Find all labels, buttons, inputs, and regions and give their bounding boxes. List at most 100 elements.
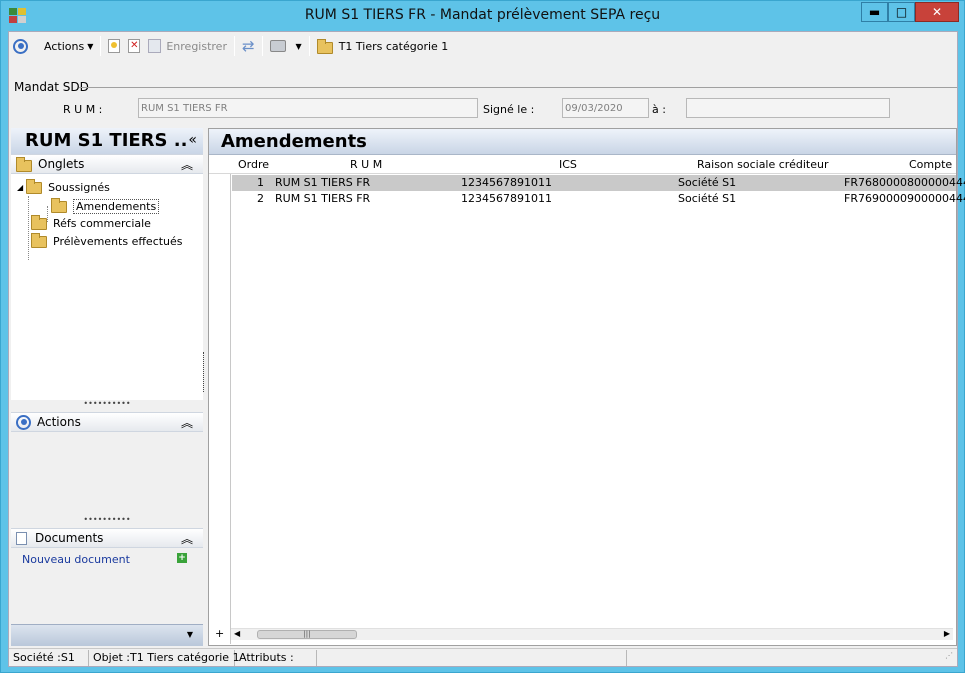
left-panel-title-text: RUM S1 TIERS ..: [25, 130, 188, 151]
column-header-ordre[interactable]: Ordre: [238, 158, 269, 171]
column-header-compte[interactable]: Compte: [909, 158, 952, 171]
resize-grip-icon[interactable]: ⋰: [945, 651, 953, 660]
new-document-icon: [108, 39, 121, 53]
rum-field[interactable]: [138, 98, 478, 118]
category-button[interactable]: T1 Tiers catégorie 1: [313, 35, 453, 57]
tabs-section-header[interactable]: Onglets ︽: [11, 154, 203, 174]
close-button[interactable]: ✕: [915, 2, 959, 22]
save-button-label: Enregistrer: [166, 39, 227, 53]
group-title: Mandat SDD: [14, 80, 89, 94]
table-row[interactable]: 1 RUM S1 TIERS FR 1234567891011 Société …: [232, 175, 965, 191]
grid-header: Ordre R U M ICS Raison sociale créditeur…: [209, 156, 956, 174]
status-attributs: Attributs :: [235, 649, 317, 666]
toolbar-separator: [233, 36, 235, 56]
amendments-grid: ▼ + Ordre R U M ICS Raison sociale crédi…: [209, 156, 965, 644]
actions-menu-label: Actions: [44, 39, 85, 53]
left-panel-title: RUM S1 TIERS .. «: [11, 128, 203, 154]
splitter-grip[interactable]: ••••••••••: [11, 516, 203, 528]
folder-icon: [31, 232, 47, 248]
rum-label: R U M :: [63, 103, 103, 116]
column-header-rum[interactable]: R U M: [350, 158, 382, 171]
collapse-up-icon[interactable]: ︽: [181, 414, 193, 431]
cell-ordre: 2: [257, 192, 264, 205]
signed-date-field[interactable]: [562, 98, 649, 118]
main-title: Amendements: [209, 129, 956, 155]
tree-node-label: Soussignés: [48, 181, 110, 194]
folder-icon: [316, 38, 333, 54]
collapse-up-icon[interactable]: ︽: [181, 156, 193, 173]
scroll-left-icon[interactable]: ◀: [234, 629, 240, 638]
horizontal-scrollbar[interactable]: ◀ ||| ▶: [231, 628, 953, 640]
refresh-icon: ⇄: [241, 37, 255, 55]
scroll-right-icon[interactable]: ▶: [944, 629, 950, 638]
scrollbar-thumb[interactable]: |||: [257, 630, 357, 639]
cell-rum: RUM S1 TIERS FR: [275, 192, 371, 205]
left-panel: RUM S1 TIERS .. « Onglets ︽ ◢ Soussignés…: [11, 128, 203, 646]
tree-node-label: Réfs commerciale: [53, 217, 151, 230]
toolbar: Actions ▼ ✕ Enregistrer ⇄ ▼ T1 Tiers cat…: [9, 32, 957, 60]
tree-node-amendements[interactable]: Amendements: [51, 197, 160, 214]
actions-section-header[interactable]: Actions ︽: [11, 412, 203, 432]
status-objet: Objet :T1 Tiers catégorie 1: [89, 649, 240, 666]
documents-section-header[interactable]: Documents ︽: [11, 528, 203, 548]
folder-icon: [16, 156, 32, 172]
add-row-icon[interactable]: +: [215, 627, 224, 640]
mandate-header: Mandat SDD R U M : Signé le : à :: [9, 78, 957, 128]
expand-triangle-icon: ◢: [17, 183, 24, 192]
vertical-splitter[interactable]: [203, 352, 206, 392]
new-button[interactable]: [104, 35, 124, 57]
delete-button[interactable]: ✕: [124, 35, 144, 57]
row-selector-column: ▼ +: [209, 156, 231, 644]
at-field[interactable]: [686, 98, 890, 118]
nav-button[interactable]: [9, 35, 32, 57]
status-bar: Société :S1 Objet :T1 Tiers catégorie 1 …: [9, 648, 957, 666]
at-label: à :: [652, 103, 666, 116]
add-icon[interactable]: +: [177, 553, 187, 563]
cell-compte: FR7690000900000444: [844, 192, 965, 205]
collapse-up-icon[interactable]: ︽: [181, 530, 193, 547]
group-divider: [79, 87, 957, 88]
tree-node-refs-commerciale[interactable]: Réfs commerciale: [31, 214, 151, 230]
open-folder-icon: [51, 197, 67, 213]
status-societe: Société :S1: [9, 649, 89, 666]
cell-ics: 1234567891011: [461, 192, 552, 205]
cell-raison-sociale: Société S1: [678, 192, 737, 205]
actions-section-label: Actions: [37, 415, 81, 429]
chevron-down-icon: ▼: [186, 630, 193, 639]
table-row[interactable]: 2 RUM S1 TIERS FR 1234567891011 Société …: [232, 191, 965, 207]
tree-line: [28, 196, 29, 260]
tree-node-soussignes[interactable]: ◢ Soussignés: [17, 178, 110, 194]
folder-icon: [31, 214, 47, 230]
actions-section-body: [11, 432, 203, 516]
chevron-down-icon: ▼: [87, 41, 94, 51]
documents-section-label: Documents: [35, 531, 104, 545]
document-icon: [16, 531, 27, 545]
target-icon: [16, 414, 31, 430]
toolbar-separator: [100, 36, 102, 56]
column-header-raison-sociale[interactable]: Raison sociale créditeur: [697, 158, 828, 171]
column-header-ics[interactable]: ICS: [559, 158, 577, 171]
folder-icon: [26, 178, 43, 194]
save-button[interactable]: Enregistrer: [144, 35, 231, 57]
maximize-button[interactable]: □: [888, 2, 915, 22]
collapse-panel-icon[interactable]: «: [188, 132, 197, 148]
save-icon: [148, 39, 162, 53]
tree-node-prelevements[interactable]: Prélèvements effectués: [31, 232, 183, 248]
refresh-button[interactable]: ⇄: [238, 35, 259, 57]
print-button[interactable]: ▼: [266, 35, 306, 57]
window-title: RUM S1 TIERS FR - Mandat prélèvement SEP…: [304, 7, 661, 23]
chevron-down-icon: ▼: [295, 41, 302, 51]
cell-rum: RUM S1 TIERS FR: [275, 176, 371, 189]
new-document-link[interactable]: Nouveau document: [22, 553, 130, 566]
splitter-grip[interactable]: ••••••••••: [11, 400, 203, 412]
category-label: T1 Tiers catégorie 1: [338, 39, 449, 53]
actions-menu[interactable]: Actions ▼: [40, 35, 97, 57]
application-window: RUM S1 TIERS FR - Mandat prélèvement SEP…: [0, 0, 965, 673]
minimize-button[interactable]: ▬: [861, 2, 888, 22]
tree-node-label: Prélèvements effectués: [53, 235, 183, 248]
panel-footer[interactable]: ▼: [11, 624, 203, 646]
toolbar-separator: [261, 36, 263, 56]
tabs-section-label: Onglets: [38, 157, 85, 171]
title-bar[interactable]: RUM S1 TIERS FR - Mandat prélèvement SEP…: [1, 1, 964, 31]
cell-ics: 1234567891011: [461, 176, 552, 189]
